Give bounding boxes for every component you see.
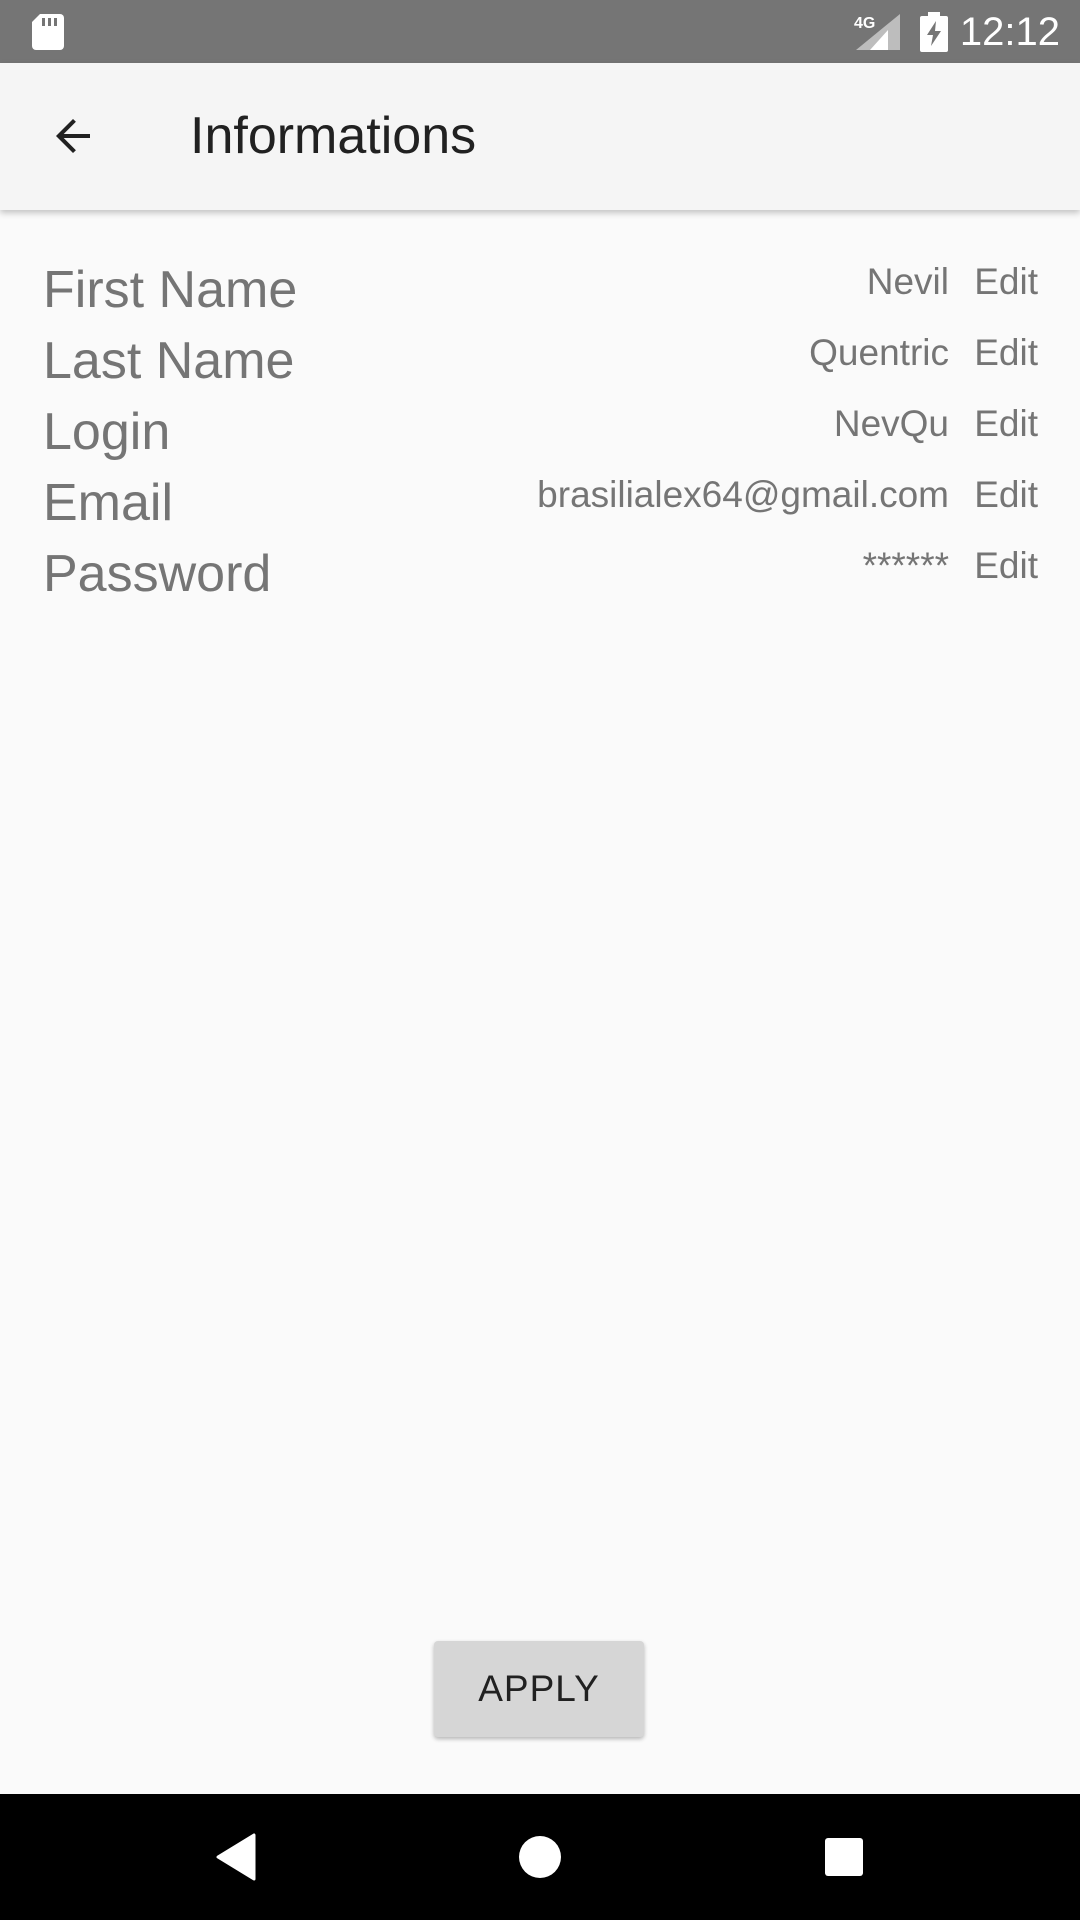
app-bar: Informations — [0, 63, 1080, 210]
network-type: 4G — [854, 15, 875, 32]
apply-button[interactable]: APPLY — [434, 1641, 644, 1737]
row-value: Nevil — [866, 261, 949, 302]
nav-recents-button[interactable] — [814, 1827, 874, 1887]
row-label: Password — [43, 545, 272, 603]
row-last-name: Last Name Quentric Edit — [0, 326, 1080, 397]
row-label: Last Name — [43, 332, 295, 390]
nav-home-button[interactable] — [510, 1827, 570, 1887]
row-value: ****** — [862, 545, 949, 586]
row-value: Quentric — [809, 332, 949, 373]
page-title: Informations — [190, 107, 477, 165]
edit-login-button[interactable]: Edit — [974, 397, 1038, 451]
row-first-name: First Name Nevil Edit — [0, 255, 1080, 326]
edit-last-name-button[interactable]: Edit — [974, 326, 1038, 380]
back-button[interactable] — [34, 101, 114, 171]
back-triangle-icon — [216, 1833, 256, 1881]
arrow-back-icon — [56, 119, 90, 153]
row-label: Email — [43, 474, 174, 532]
row-value: NevQu — [833, 403, 949, 444]
navigation-bar — [0, 1794, 1080, 1920]
screen: 4G 12:12 Informations First Name Nevil E… — [0, 0, 1080, 1920]
edit-first-name-button[interactable]: Edit — [974, 255, 1038, 309]
row-value: brasilialex64@gmail.com — [537, 474, 949, 515]
status-bar: 4G 12:12 — [0, 0, 1080, 63]
home-circle-icon — [519, 1836, 561, 1878]
edit-email-button[interactable]: Edit — [974, 468, 1038, 522]
row-password: Password ****** Edit — [0, 539, 1080, 610]
signal-icon: 4G — [854, 14, 900, 50]
edit-password-button[interactable]: Edit — [974, 539, 1038, 593]
nav-back-button[interactable] — [206, 1827, 266, 1887]
row-label: Login — [43, 403, 171, 461]
row-label: First Name — [43, 261, 298, 319]
row-email: Email brasilialex64@gmail.com Edit — [0, 468, 1080, 539]
clock: 12:12 — [959, 10, 1060, 54]
recents-square-icon — [825, 1838, 863, 1876]
sd-card-icon — [32, 14, 64, 50]
battery-charging-icon — [920, 12, 948, 52]
row-login: Login NevQu Edit — [0, 397, 1080, 468]
